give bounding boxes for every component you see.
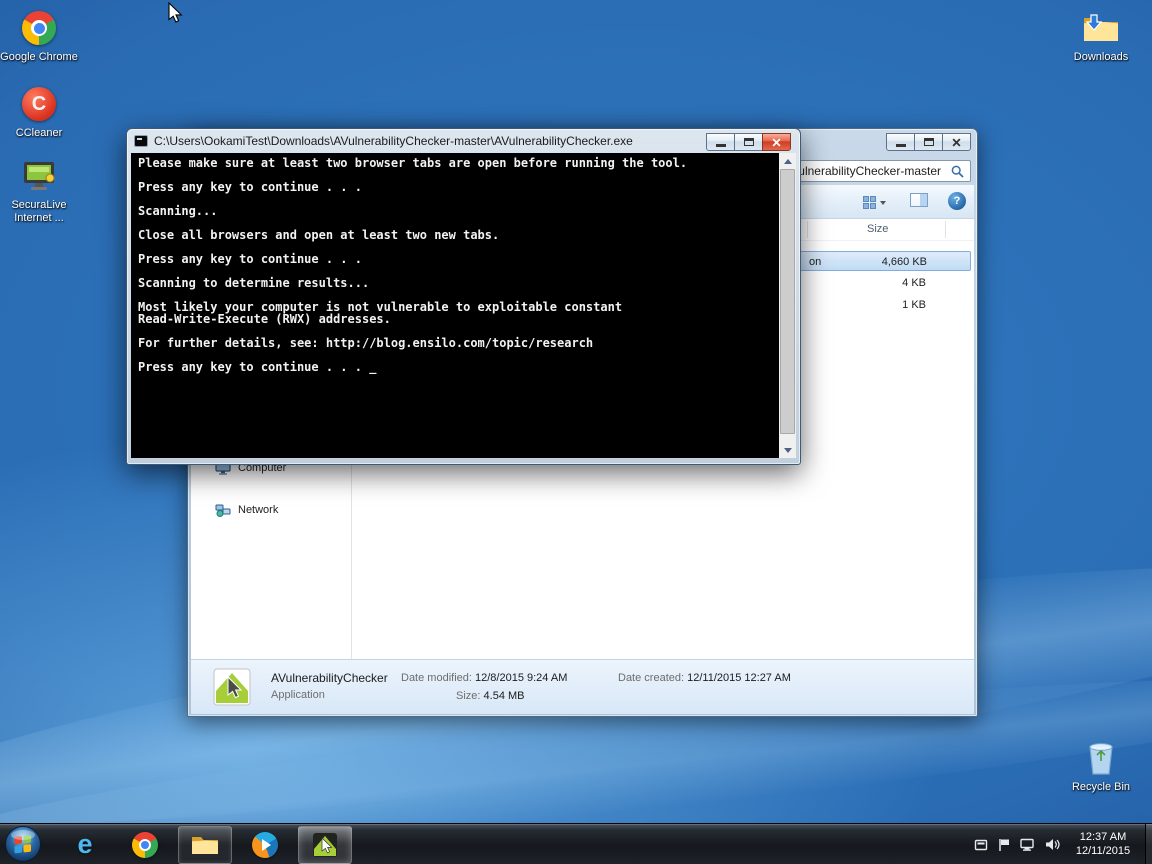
address-text: AVulnerabilityChecker-master	[784, 164, 941, 178]
maximize-button[interactable]	[914, 133, 943, 151]
column-separator[interactable]	[945, 221, 946, 238]
console-window: C:\Users\OokamiTest\Downloads\AVulnerabi…	[126, 128, 801, 465]
desktop-icon-label: CCleaner	[0, 127, 78, 140]
downloads-folder-icon	[1081, 8, 1121, 48]
desktop-icon-downloads[interactable]: Downloads	[1062, 8, 1140, 64]
taskbar-item-internet-explorer[interactable]: e	[58, 826, 112, 864]
minimize-icon	[716, 144, 726, 147]
sidebar-item-label: Network	[238, 504, 278, 516]
minimize-icon	[896, 144, 906, 147]
maximize-icon	[744, 138, 754, 146]
details-size: Size: 4.54 MB	[456, 690, 525, 702]
windows-logo-icon	[4, 825, 42, 863]
desktop-icon-label: Google Chrome	[0, 51, 78, 64]
console-line: Scanning to determine results...	[138, 277, 779, 289]
clock-time: 12:37 AM	[1064, 830, 1142, 844]
console-output-area[interactable]: Please make sure at least two browser ta…	[131, 153, 796, 458]
console-text: Please make sure at least two browser ta…	[131, 153, 779, 458]
console-line: Press any key to continue . . .	[138, 253, 779, 265]
column-header-size[interactable]: Size	[867, 223, 888, 235]
desktop-icon-ccleaner[interactable]: C CCleaner	[0, 84, 78, 140]
close-button[interactable]	[762, 133, 791, 151]
console-line	[138, 193, 779, 205]
volume-icon[interactable]	[1045, 838, 1060, 851]
network-icon[interactable]	[1020, 838, 1035, 851]
ccleaner-icon: C	[22, 87, 56, 121]
file-size: 4 KB	[809, 277, 926, 289]
chrome-icon	[132, 832, 158, 858]
details-file-type: Application	[271, 689, 325, 701]
chrome-icon	[22, 11, 56, 45]
details-file-name: AVulnerabilityChecker	[271, 671, 388, 685]
desktop-icon-label: Recycle Bin	[1062, 781, 1140, 794]
sidebar-item-network[interactable]: Network	[215, 503, 278, 517]
maximize-button[interactable]	[734, 133, 763, 151]
scroll-up-button[interactable]	[779, 153, 796, 169]
clock-date: 12/11/2015	[1064, 844, 1142, 858]
taskbar: e	[0, 823, 1152, 864]
scroll-down-button[interactable]	[779, 442, 796, 458]
file-size: 4,660 KB	[810, 256, 927, 268]
internet-explorer-icon: e	[77, 829, 92, 860]
arrow-down-icon	[784, 448, 792, 453]
desktop-icon-recycle-bin[interactable]: Recycle Bin	[1062, 738, 1140, 794]
securalive-icon	[19, 156, 59, 196]
console-caption-buttons	[706, 133, 791, 151]
taskbar-item-chrome[interactable]	[118, 826, 172, 864]
start-button[interactable]	[4, 825, 42, 863]
close-button[interactable]	[942, 133, 971, 151]
details-date-modified: Date modified: 12/8/2015 9:24 AM	[401, 672, 567, 684]
desktop-icon-google-chrome[interactable]: Google Chrome	[0, 8, 78, 64]
recycle-bin-icon	[1081, 738, 1121, 778]
maximize-icon	[924, 138, 934, 146]
taskbar-item-media-player[interactable]	[238, 826, 292, 864]
console-line: Scanning...	[138, 205, 779, 217]
taskbar-buttons: e	[58, 824, 352, 864]
console-titlebar[interactable]: C:\Users\OokamiTest\Downloads\AVulnerabi…	[127, 129, 800, 153]
desktop-icon-label: Downloads	[1062, 51, 1140, 64]
desktop-icon-securalive[interactable]: SecuraLive Internet ...	[0, 156, 78, 225]
column-separator[interactable]	[807, 221, 808, 238]
network-icon	[215, 503, 231, 517]
minimize-button[interactable]	[886, 133, 915, 151]
views-grid-icon	[863, 196, 876, 209]
help-button[interactable]: ?	[948, 192, 966, 210]
explorer-caption-buttons	[886, 133, 971, 151]
chevron-down-icon	[880, 201, 886, 205]
arrow-up-icon	[784, 159, 792, 164]
console-line: Close all browsers and open at least two…	[138, 229, 779, 241]
views-button[interactable]	[853, 192, 895, 213]
desktop-icon-label: SecuraLive Internet ...	[0, 199, 78, 225]
file-icon-large	[213, 668, 251, 709]
taskbar-item-avulnerabilitychecker[interactable]	[298, 826, 352, 864]
cmd-icon	[134, 135, 148, 147]
file-size: 1 KB	[809, 299, 926, 311]
action-center-flag-icon[interactable]	[998, 838, 1010, 852]
preview-pane-button[interactable]	[910, 193, 932, 211]
taskbar-clock[interactable]: 12:37 AM 12/11/2015	[1064, 830, 1142, 858]
system-tray	[974, 824, 1060, 864]
minimize-button[interactable]	[706, 133, 735, 151]
avulnerabilitychecker-icon	[312, 832, 338, 858]
console-line: Press any key to continue . . . _	[138, 361, 779, 373]
console-line: Press any key to continue . . .	[138, 181, 779, 193]
show-desktop-button[interactable]	[1145, 824, 1152, 864]
taskbar-item-windows-explorer[interactable]	[178, 826, 232, 864]
close-icon	[772, 138, 781, 147]
preview-pane-icon	[910, 193, 928, 207]
folder-icon	[190, 833, 220, 857]
console-line: Read-Write-Execute (RWX) addresses.	[138, 313, 779, 325]
tray-app-icon[interactable]	[974, 838, 988, 852]
close-icon	[952, 138, 961, 147]
media-player-icon	[252, 832, 278, 858]
console-line: Please make sure at least two browser ta…	[138, 157, 779, 169]
console-line: For further details, see: http://blog.en…	[138, 337, 779, 349]
details-date-created: Date created: 12/11/2015 12:27 AM	[618, 672, 791, 684]
details-pane: AVulnerabilityChecker Application Date m…	[191, 659, 974, 714]
console-title: C:\Users\OokamiTest\Downloads\AVulnerabi…	[154, 134, 633, 148]
search-icon[interactable]	[951, 165, 964, 178]
scrollbar-thumb[interactable]	[780, 169, 795, 434]
console-scrollbar[interactable]	[779, 153, 796, 458]
